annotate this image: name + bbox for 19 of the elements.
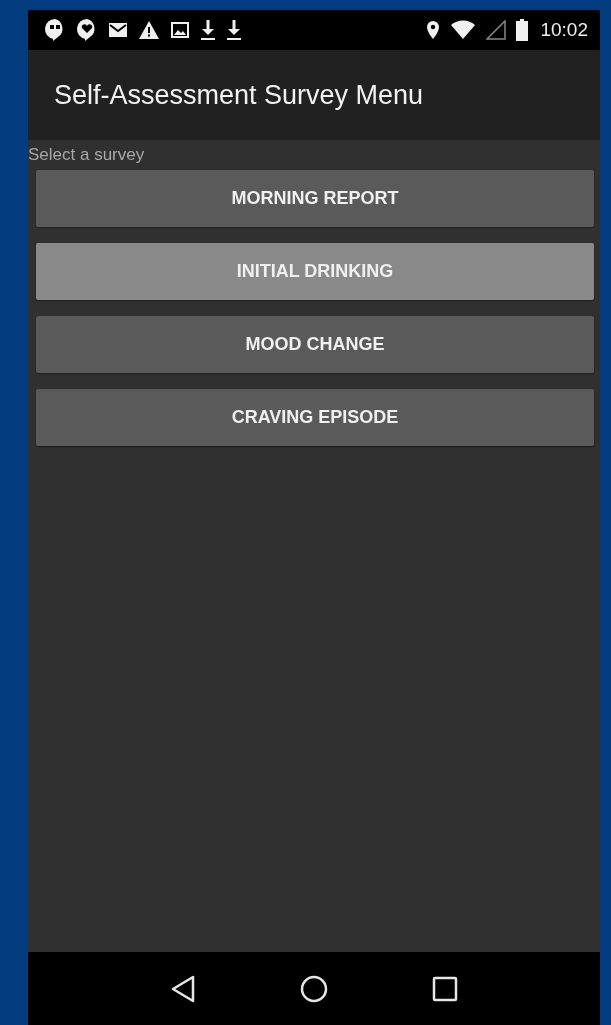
wifi-icon [450,20,477,40]
signal-icon [486,20,507,40]
overview-icon[interactable] [432,975,459,1002]
location-pin-icon [426,20,441,40]
survey-button[interactable]: INITIAL DRINKING [36,243,594,300]
download-icon [226,19,242,41]
app-title: Self-Assessment Survey Menu [54,78,424,112]
survey-button[interactable]: CRAVING EPISODE [36,389,594,446]
survey-button[interactable]: MORNING REPORT [36,170,594,227]
prompt-text: Select a survey [28,145,145,164]
image-icon [170,21,190,39]
mail-icon [108,21,128,39]
back-icon[interactable] [169,973,196,1004]
warning-icon [138,20,160,40]
clock-time: 10:02 [540,17,588,42]
download-icon [200,19,216,41]
battery-icon [516,19,529,41]
home-icon[interactable] [299,973,329,1004]
survey-button[interactable]: MOOD CHANGE [36,316,594,373]
